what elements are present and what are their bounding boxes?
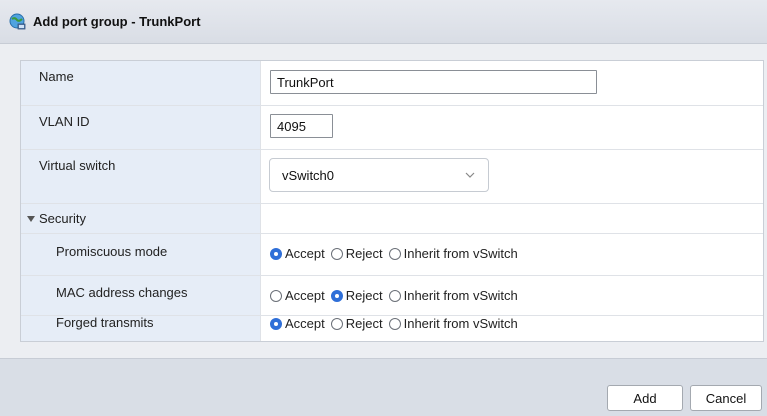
name-label-cell: Name bbox=[21, 61, 261, 105]
radio-button-icon bbox=[388, 289, 401, 302]
promiscuous-mode-label: Promiscuous mode bbox=[56, 244, 168, 259]
radio-label: Reject bbox=[345, 288, 383, 303]
radio-button-icon bbox=[270, 247, 282, 260]
vlan-id-value-cell bbox=[262, 106, 763, 149]
name-input[interactable] bbox=[270, 70, 597, 94]
radio-button-icon bbox=[330, 247, 343, 260]
add-button[interactable]: Add bbox=[607, 385, 683, 411]
virtual-switch-label-cell: Virtual switch bbox=[21, 150, 261, 203]
forged-inherit-radio[interactable]: Inherit from vSwitch bbox=[388, 316, 518, 331]
promiscuous-accept-radio[interactable]: Accept bbox=[270, 246, 325, 261]
forged-transmits-label: Forged transmits bbox=[56, 315, 154, 330]
virtual-switch-selected: vSwitch0 bbox=[282, 168, 335, 183]
radio-button-icon bbox=[330, 289, 343, 302]
vlan-id-label-cell: VLAN ID bbox=[21, 106, 261, 149]
name-row: Name bbox=[21, 61, 763, 106]
mac-inherit-radio[interactable]: Inherit from vSwitch bbox=[388, 288, 518, 303]
promiscuous-mode-row: Promiscuous mode Accept Reject Inherit f… bbox=[21, 234, 763, 276]
chevron-down-icon bbox=[465, 172, 475, 178]
promiscuous-mode-radio-group: Accept Reject Inherit from vSwitch bbox=[270, 246, 524, 261]
cancel-button[interactable]: Cancel bbox=[690, 385, 762, 411]
radio-label: Inherit from vSwitch bbox=[403, 316, 518, 331]
forged-transmits-radio-group: Accept Reject Inherit from vSwitch bbox=[270, 316, 524, 331]
dialog-title: Add port group - TrunkPort bbox=[33, 14, 201, 29]
mac-address-changes-value-cell: Accept Reject Inherit from vSwitch bbox=[262, 276, 763, 315]
security-section-header[interactable]: Security bbox=[21, 204, 763, 234]
radio-label: Accept bbox=[285, 288, 325, 303]
radio-label: Reject bbox=[345, 316, 383, 331]
mac-address-changes-radio-group: Accept Reject Inherit from vSwitch bbox=[270, 288, 524, 303]
name-label: Name bbox=[39, 69, 74, 84]
forged-transmits-value-cell: Accept Reject Inherit from vSwitch bbox=[262, 316, 763, 341]
radio-label: Inherit from vSwitch bbox=[403, 288, 518, 303]
virtual-switch-value-cell: vSwitch0 bbox=[262, 150, 763, 203]
radio-label: Accept bbox=[285, 246, 325, 261]
network-globe-icon bbox=[9, 13, 27, 31]
virtual-switch-select[interactable]: vSwitch0 bbox=[269, 158, 489, 192]
promiscuous-mode-value-cell: Accept Reject Inherit from vSwitch bbox=[262, 234, 763, 275]
radio-button-icon bbox=[388, 247, 401, 260]
virtual-switch-label: Virtual switch bbox=[39, 158, 116, 173]
caret-down-icon bbox=[27, 216, 35, 222]
virtual-switch-row: Virtual switch vSwitch0 bbox=[21, 150, 763, 204]
radio-button-icon bbox=[388, 317, 401, 330]
vlan-id-row: VLAN ID bbox=[21, 106, 763, 150]
forged-transmits-label-cell: Forged transmits bbox=[21, 315, 261, 341]
vlan-id-label: VLAN ID bbox=[39, 114, 90, 129]
security-label-cell: Security bbox=[21, 204, 261, 233]
mac-address-changes-label-cell: MAC address changes bbox=[21, 276, 261, 315]
name-value-cell bbox=[262, 61, 763, 105]
mac-address-changes-row: MAC address changes Accept Reject Inheri… bbox=[21, 276, 763, 316]
vlan-id-input[interactable] bbox=[270, 114, 333, 138]
port-group-form: Name VLAN ID Virtual switch vSwitch0 bbox=[20, 60, 764, 342]
radio-button-icon bbox=[330, 317, 343, 330]
mac-reject-radio[interactable]: Reject bbox=[330, 288, 383, 303]
forged-transmits-row: Forged transmits Accept Reject Inherit f… bbox=[21, 315, 763, 341]
mac-accept-radio[interactable]: Accept bbox=[270, 288, 325, 303]
promiscuous-reject-radio[interactable]: Reject bbox=[330, 246, 383, 261]
promiscuous-inherit-radio[interactable]: Inherit from vSwitch bbox=[388, 246, 518, 261]
radio-label: Inherit from vSwitch bbox=[403, 246, 518, 261]
forged-reject-radio[interactable]: Reject bbox=[330, 316, 383, 331]
security-value-cell bbox=[262, 204, 763, 233]
radio-button-icon bbox=[270, 317, 282, 330]
forged-accept-radio[interactable]: Accept bbox=[270, 316, 325, 331]
dialog-titlebar: Add port group - TrunkPort bbox=[0, 0, 767, 44]
dialog-footer: Add Cancel bbox=[0, 358, 767, 416]
radio-button-icon bbox=[270, 289, 282, 302]
promiscuous-mode-label-cell: Promiscuous mode bbox=[21, 234, 261, 275]
security-label: Security bbox=[39, 211, 86, 226]
radio-label: Reject bbox=[345, 246, 383, 261]
dialog-content: Name VLAN ID Virtual switch vSwitch0 bbox=[0, 44, 767, 358]
radio-label: Accept bbox=[285, 316, 325, 331]
mac-address-changes-label: MAC address changes bbox=[56, 285, 188, 300]
